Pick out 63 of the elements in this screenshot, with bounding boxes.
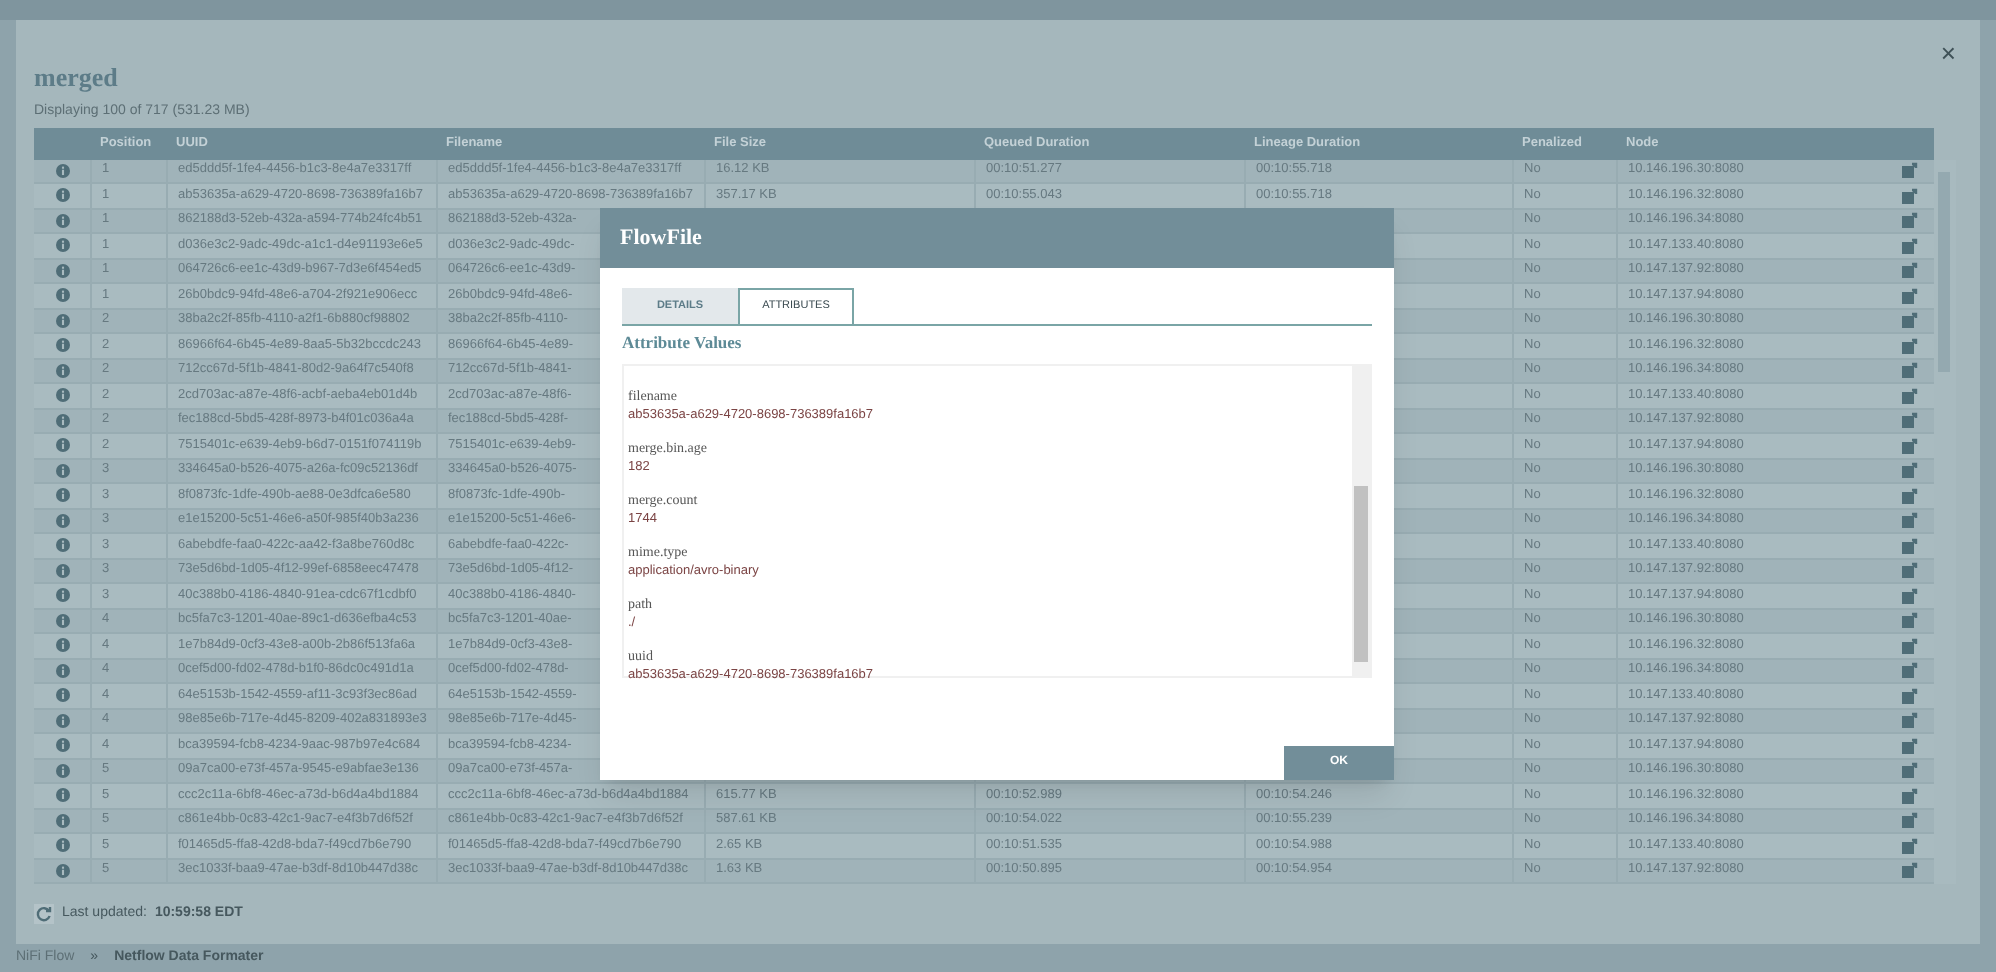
- export-icon[interactable]: [1902, 737, 1918, 754]
- panel-title: merged: [34, 64, 120, 90]
- info-icon[interactable]: [55, 763, 69, 778]
- export-icon[interactable]: [1902, 312, 1918, 329]
- export-icon[interactable]: [1902, 562, 1918, 579]
- info-icon[interactable]: [55, 313, 69, 328]
- export-icon[interactable]: [1902, 762, 1918, 779]
- info-icon[interactable]: [55, 713, 69, 728]
- export-icon[interactable]: [1902, 612, 1918, 629]
- info-icon[interactable]: [55, 338, 69, 353]
- info-icon[interactable]: [55, 663, 69, 678]
- export-icon[interactable]: [1902, 537, 1918, 554]
- info-icon[interactable]: [55, 638, 69, 653]
- refresh-icon[interactable]: [34, 904, 54, 925]
- info-icon[interactable]: [55, 513, 69, 528]
- export-icon[interactable]: [1902, 587, 1918, 604]
- export-icon[interactable]: [1902, 662, 1918, 679]
- export-icon[interactable]: [1902, 812, 1918, 829]
- export-icon[interactable]: [1902, 237, 1918, 254]
- info-icon[interactable]: [55, 463, 69, 478]
- info-icon[interactable]: [55, 838, 69, 853]
- export-icon[interactable]: [1902, 862, 1918, 879]
- info-icon[interactable]: [55, 613, 69, 628]
- info-icon[interactable]: [55, 363, 69, 378]
- section-title: Attribute Values: [622, 330, 744, 356]
- info-icon[interactable]: [55, 738, 69, 753]
- info-icon[interactable]: [55, 188, 69, 203]
- export-icon[interactable]: [1902, 212, 1918, 229]
- info-icon[interactable]: [55, 438, 69, 453]
- info-icon[interactable]: [55, 788, 69, 803]
- info-icon[interactable]: [55, 288, 69, 303]
- export-icon[interactable]: [1902, 787, 1918, 804]
- dialog-title: FlowFile: [620, 223, 702, 254]
- info-icon[interactable]: [55, 538, 69, 553]
- export-icon[interactable]: [1902, 187, 1918, 204]
- export-icon[interactable]: [1902, 362, 1918, 379]
- info-icon[interactable]: [55, 563, 69, 578]
- info-icon[interactable]: [55, 813, 69, 828]
- export-icon[interactable]: [1902, 462, 1918, 479]
- info-icon[interactable]: [55, 388, 69, 403]
- info-icon[interactable]: [55, 588, 69, 603]
- export-icon[interactable]: [1902, 412, 1918, 429]
- export-icon[interactable]: [1902, 487, 1918, 504]
- info-icon[interactable]: [55, 413, 69, 428]
- export-icon[interactable]: [1902, 387, 1918, 404]
- export-icon[interactable]: [1902, 262, 1918, 279]
- export-icon[interactable]: [1902, 837, 1918, 854]
- close-button[interactable]: ×: [1940, 40, 1956, 66]
- info-icon[interactable]: [55, 688, 69, 703]
- export-icon[interactable]: [1902, 637, 1918, 654]
- export-icon[interactable]: [1902, 162, 1918, 179]
- export-icon[interactable]: [1902, 437, 1918, 454]
- export-icon[interactable]: [1902, 287, 1918, 304]
- export-icon[interactable]: [1902, 687, 1918, 704]
- export-icon[interactable]: [1902, 712, 1918, 729]
- info-icon[interactable]: [55, 263, 69, 278]
- info-icon[interactable]: [55, 163, 69, 178]
- export-icon[interactable]: [1902, 512, 1918, 529]
- export-icon[interactable]: [1902, 337, 1918, 354]
- info-icon[interactable]: [55, 213, 69, 228]
- info-icon[interactable]: [55, 863, 69, 878]
- info-icon[interactable]: [55, 238, 69, 253]
- info-icon[interactable]: [55, 488, 69, 503]
